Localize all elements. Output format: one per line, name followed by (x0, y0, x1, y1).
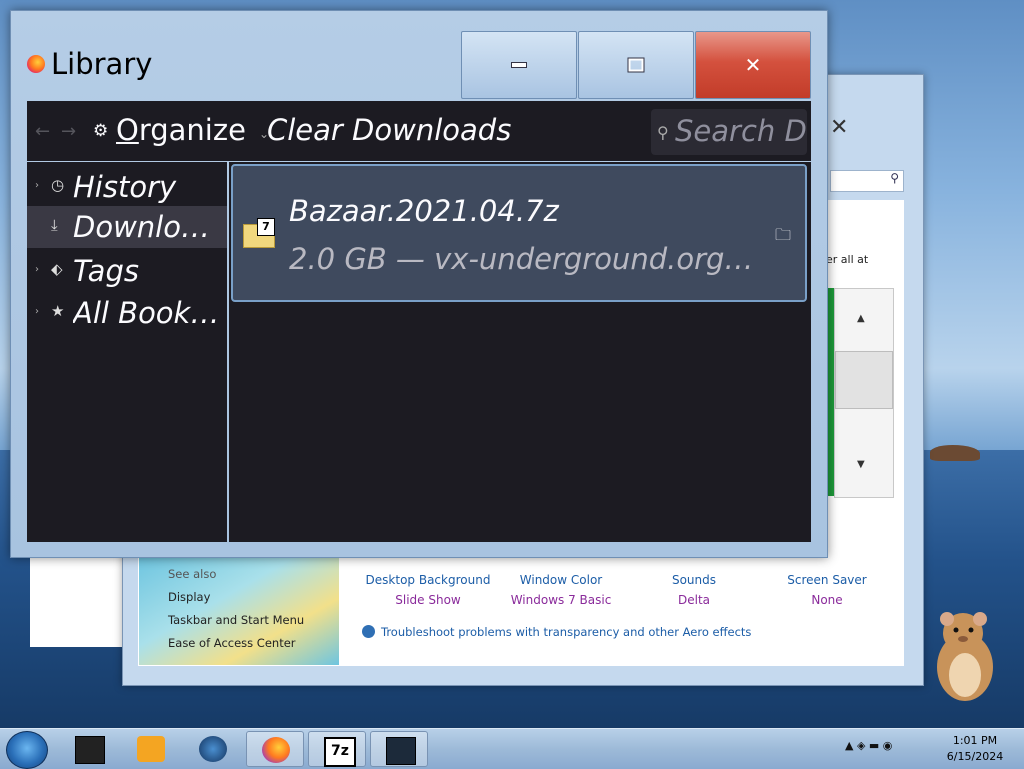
download-status: 2.0 GB — vx-underground.org — 1:01 PM (289, 242, 759, 276)
clear-downloads-button[interactable]: Clear Downloads (267, 113, 511, 147)
window-title: Library (27, 47, 152, 81)
firefox-icon (262, 737, 290, 763)
download-icon: ⤓ (51, 216, 58, 234)
item-subtitle: None (811, 593, 843, 607)
taskbar-app-7zip[interactable]: 7z (308, 731, 366, 767)
taskbar-app-globe[interactable] (184, 731, 242, 767)
library-toolbar: ← → ⚙ Organize ⌄ Clear Downloads ⚲ (27, 101, 811, 161)
window-color-item[interactable]: Window Color Windows 7 Basic (496, 570, 626, 610)
scroll-down-icon[interactable]: ▼ (857, 459, 865, 470)
sidebar-item-history[interactable]: › ◷ History (27, 166, 227, 208)
system-tray[interactable]: ▲ ◈ ▬ ◉ (845, 739, 892, 752)
window-title-text: Library (51, 47, 153, 81)
hamster-mascot-icon (937, 612, 993, 701)
taskbar: 7z ▲ ◈ ▬ ◉ 1:01 PM 6/15/2024 (0, 728, 1024, 769)
close-icon[interactable]: ✕ (830, 115, 848, 140)
firefox-logo-icon (27, 55, 45, 73)
organize-label: rganize (138, 113, 246, 147)
expand-twisty-icon[interactable]: › (35, 306, 39, 317)
library-window[interactable]: Library ✕ ← → ⚙ Organize ⌄ Clear Downloa… (10, 10, 828, 558)
sidebar-item-tags[interactable]: › ⬖ Tags (27, 250, 227, 292)
close-icon: ✕ (744, 53, 762, 77)
taskbar-clock[interactable]: 1:01 PM 6/15/2024 (940, 733, 1010, 765)
background-window-fragment (30, 557, 122, 647)
terminal-icon (75, 736, 105, 764)
search-icon: ⚲ (890, 171, 899, 185)
scroll-up-icon[interactable]: ▲ (857, 313, 865, 324)
taskbar-app-terminal[interactable] (60, 731, 118, 767)
scroll-thumb[interactable] (835, 351, 893, 409)
sidebar-item-label: Downloads (73, 210, 223, 244)
screen-icon (386, 737, 416, 765)
sidebar-item-label: History (73, 170, 177, 204)
item-subtitle: Delta (677, 593, 710, 607)
clock-date: 6/15/2024 (946, 750, 1004, 763)
item-title: Screen Saver (787, 573, 867, 587)
item-title: Sounds (671, 573, 717, 587)
see-also-links: See also Display Taskbar and Start Menu … (168, 563, 304, 655)
sidebar-item-all-bookmarks[interactable]: › ★ All Bookmarks (27, 292, 227, 334)
download-filename: Bazaar.2021.04.7z (289, 194, 559, 228)
back-arrow-icon[interactable]: ← (35, 121, 50, 142)
globe-icon (199, 736, 227, 762)
7z-file-icon: 7 (243, 218, 275, 248)
taskbar-app-screen[interactable] (370, 731, 428, 767)
link-display[interactable]: Display (168, 586, 304, 609)
troubleshoot-link[interactable]: Troubleshoot problems with transparency … (362, 625, 751, 639)
minimize-icon (511, 62, 527, 68)
personalization-info-text: er all at (826, 253, 869, 266)
clock-time: 1:01 PM (952, 734, 998, 747)
library-sidebar: › ◷ History ⤓ Downloads › ⬖ Tags › ★ All… (27, 162, 227, 542)
screen-saver-item[interactable]: Screen Saver None (762, 570, 892, 610)
sidebar-item-downloads[interactable]: ⤓ Downloads (27, 206, 227, 248)
item-title: Window Color (519, 573, 603, 587)
clock-icon: ◷ (51, 176, 65, 194)
search-box[interactable]: ⚲ (651, 109, 807, 155)
link-taskbar-start-menu[interactable]: Taskbar and Start Menu (168, 609, 304, 632)
theme-scrollbar[interactable]: ▲ ▼ (834, 288, 894, 498)
desktop-background-item[interactable]: Desktop Background Slide Show (363, 570, 493, 610)
close-button[interactable]: ✕ (695, 31, 811, 99)
taskbar-app-media-player[interactable] (122, 731, 180, 767)
media-player-icon (137, 736, 165, 762)
open-folder-icon[interactable]: 🗀 (775, 224, 791, 251)
troubleshoot-text: Troubleshoot problems with transparency … (381, 625, 752, 639)
start-button[interactable] (6, 731, 48, 769)
7z-badge: 7 (257, 218, 275, 236)
star-icon: ★ (51, 302, 65, 320)
sidebar-item-label: Tags (73, 254, 139, 288)
item-subtitle: Slide Show (395, 593, 461, 607)
organize-accesskey: O (116, 113, 139, 147)
maximize-button[interactable] (578, 31, 694, 99)
download-item[interactable]: 7 Bazaar.2021.04.7z 2.0 GB — vx-undergro… (231, 164, 807, 302)
7zip-icon: 7z (324, 737, 356, 767)
item-subtitle: Windows 7 Basic (510, 593, 612, 607)
maximize-icon (627, 57, 645, 73)
link-ease-of-access[interactable]: Ease of Access Center (168, 632, 304, 655)
desktop-rock (930, 445, 980, 461)
gear-icon: ⚙ (93, 121, 109, 141)
downloads-list: 7 Bazaar.2021.04.7z 2.0 GB — vx-undergro… (229, 162, 811, 542)
see-also-heading: See also (168, 567, 217, 581)
minimize-button[interactable] (461, 31, 577, 99)
taskbar-app-firefox[interactable] (246, 731, 304, 767)
help-icon (362, 625, 375, 638)
search-downloads-input[interactable] (675, 113, 807, 149)
personalization-search-input[interactable]: ⚲ (830, 170, 904, 192)
sounds-item[interactable]: Sounds Delta (629, 570, 759, 610)
expand-twisty-icon[interactable]: › (35, 180, 39, 191)
expand-twisty-icon[interactable]: › (35, 264, 39, 275)
organize-button[interactable]: Organize (116, 113, 246, 147)
search-icon: ⚲ (657, 123, 669, 142)
forward-arrow-icon[interactable]: → (61, 121, 76, 142)
sidebar-item-label: All Bookmarks (73, 296, 223, 330)
tag-icon: ⬖ (51, 260, 63, 278)
item-title: Desktop Background (365, 573, 491, 587)
